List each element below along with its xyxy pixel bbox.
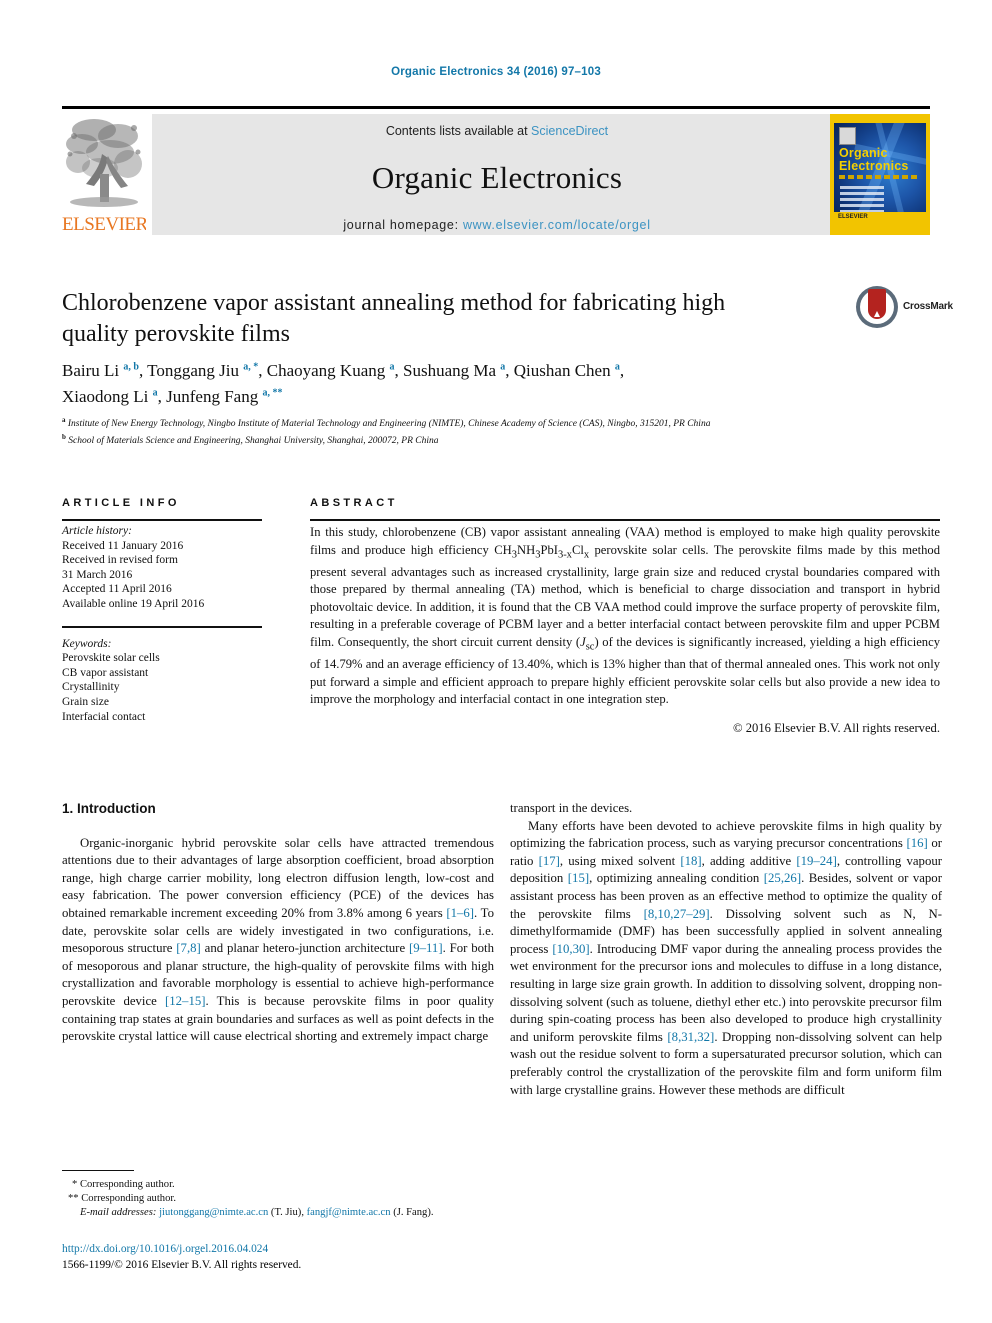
keywords-rule [62, 625, 262, 628]
paragraph: transport in the devices. [510, 801, 633, 815]
history-item: Accepted 11 April 2016 [62, 583, 172, 596]
article-info-rule [62, 519, 262, 521]
contents-prefix: Contents lists available at [385, 124, 532, 138]
citation-link[interactable]: [8,10,27–29] [644, 907, 710, 921]
journal-title: Organic Electronics [371, 160, 623, 195]
email-owner-1: (T. Jiu), [270, 1207, 304, 1218]
doi-link[interactable]: http://dx.doi.org/10.1016/j.orgel.2016.0… [62, 1242, 494, 1258]
journal-cover-image: Organic Electronics ELSEVIER [830, 114, 930, 235]
issn-copyright: 1566-1199/© 2016 Elsevier B.V. All right… [62, 1258, 302, 1271]
body-column-right: transport in the devices. Many efforts h… [510, 800, 942, 1099]
cover-subtitle-rule [839, 175, 919, 179]
crossmark-label: CrossMark [903, 301, 953, 312]
paper-page: Organic Electronics 34 (2016) 97–103 ELS… [0, 0, 992, 1323]
article-history-label: Article history: [62, 525, 132, 537]
keyword-item: Interfacial contact [62, 710, 146, 723]
abstract-column: In this study, chlorobenzene (CB) vapor … [310, 524, 940, 738]
cover-footer-band: ELSEVIER [834, 212, 926, 226]
running-head: Organic Electronics 34 (2016) 97–103 [391, 66, 601, 78]
cover-badge-icon [839, 127, 856, 145]
elsevier-logo: ELSEVIER [62, 114, 146, 235]
citation-link[interactable]: [10,30] [552, 942, 589, 956]
affiliation-b: b School of Materials Science and Engine… [62, 432, 439, 446]
citation-link[interactable]: [25,26] [764, 871, 801, 885]
citation-link[interactable]: [19–24] [796, 854, 837, 868]
abstract-copyright: © 2016 Elsevier B.V. All rights reserved… [733, 720, 940, 735]
homepage-link[interactable]: www.elsevier.com/locate/orgel [463, 218, 651, 232]
email-link-1[interactable]: jiutonggang@nimte.ac.cn [159, 1207, 268, 1218]
elsevier-wordmark: ELSEVIER [62, 214, 146, 235]
abstract-rule [310, 519, 940, 521]
author-line-2: Xiaodong Li a, Junfeng Fang a, ** [62, 387, 283, 407]
cover-title: Organic Electronics [839, 146, 909, 173]
abstract-text: In this study, chlorobenzene (CB) vapor … [310, 525, 940, 707]
citation-link[interactable]: [17] [539, 854, 560, 868]
citation-link[interactable]: [1–6] [446, 906, 474, 920]
affiliation-a: a Institute of New Energy Technology, Ni… [62, 416, 711, 430]
footnote-block: * Corresponding author. ** Corresponding… [62, 1178, 494, 1220]
elsevier-tree-icon [66, 119, 142, 207]
page-title: Chlorobenzene vapor assistant annealing … [62, 290, 726, 347]
history-item: Available online 19 April 2016 [62, 597, 205, 610]
history-item: Received 11 January 2016 [62, 539, 184, 552]
affiliations: a Institute of New Energy Technology, Ni… [62, 414, 882, 447]
citation-link[interactable]: [8,31,32] [667, 1030, 714, 1044]
citation-link[interactable]: [16] [906, 836, 927, 850]
email-link-2[interactable]: fangjf@nimte.ac.cn [307, 1207, 391, 1218]
article-info-heading: ARTICLE INFO [62, 497, 180, 509]
journal-banner: ELSEVIER Contents lists available at Sci… [62, 106, 930, 235]
keywords-label: Keywords: [62, 637, 112, 650]
keyword-item: Crystallinity [62, 681, 120, 694]
corresponding-author-2: ** Corresponding author. [68, 1193, 176, 1204]
body-column-left: 1. Introduction Organic-inorganic hybrid… [62, 800, 494, 1046]
citation-link[interactable]: [9–11] [409, 941, 443, 955]
history-item: Received in revised form [62, 554, 178, 567]
citation-link[interactable]: [15] [568, 871, 589, 885]
doi-block: http://dx.doi.org/10.1016/j.orgel.2016.0… [62, 1242, 494, 1273]
section-heading-introduction: 1. Introduction [62, 801, 156, 816]
email-line: E-mail addresses: jiutonggang@nimte.ac.c… [62, 1206, 494, 1220]
author-list: Bairu Li a, b, Tonggang Jiu a, *, Chaoya… [62, 355, 842, 408]
email-owner-2: (J. Fang). [393, 1207, 434, 1218]
citation-link[interactable]: [12–15] [165, 994, 206, 1008]
paragraph: Organic-inorganic hybrid perovskite sola… [62, 835, 494, 1044]
abstract-heading: ABSTRACT [310, 497, 398, 509]
footnote-rule [62, 1170, 134, 1171]
history-item: 31 March 2016 [62, 568, 133, 581]
keyword-item: CB vapor assistant [62, 666, 149, 679]
email-label: E-mail addresses: [80, 1207, 157, 1218]
sciencedirect-link[interactable]: ScienceDirect [531, 124, 608, 138]
homepage-prefix: journal homepage: [343, 218, 463, 232]
crossmark-icon [856, 286, 898, 328]
banner-center: Contents lists available at ScienceDirec… [152, 114, 842, 235]
citation-link[interactable]: [7,8] [176, 941, 201, 955]
paragraph: Many efforts have been devoted to achiev… [510, 818, 943, 1097]
crossmark-badge[interactable]: CrossMark [856, 286, 953, 330]
article-info-column: Article history: Received 11 January 201… [62, 524, 262, 724]
author-line-1: Bairu Li a, b, Tonggang Jiu a, *, Chaoya… [62, 360, 625, 380]
corresponding-author-1: * Corresponding author. [72, 1179, 175, 1190]
homepage-line: journal homepage: www.elsevier.com/locat… [152, 218, 842, 232]
keyword-item: Perovskite solar cells [62, 652, 160, 665]
keyword-item: Grain size [62, 695, 109, 708]
contents-line: Contents lists available at ScienceDirec… [152, 124, 842, 138]
citation-link[interactable]: [18] [680, 854, 701, 868]
